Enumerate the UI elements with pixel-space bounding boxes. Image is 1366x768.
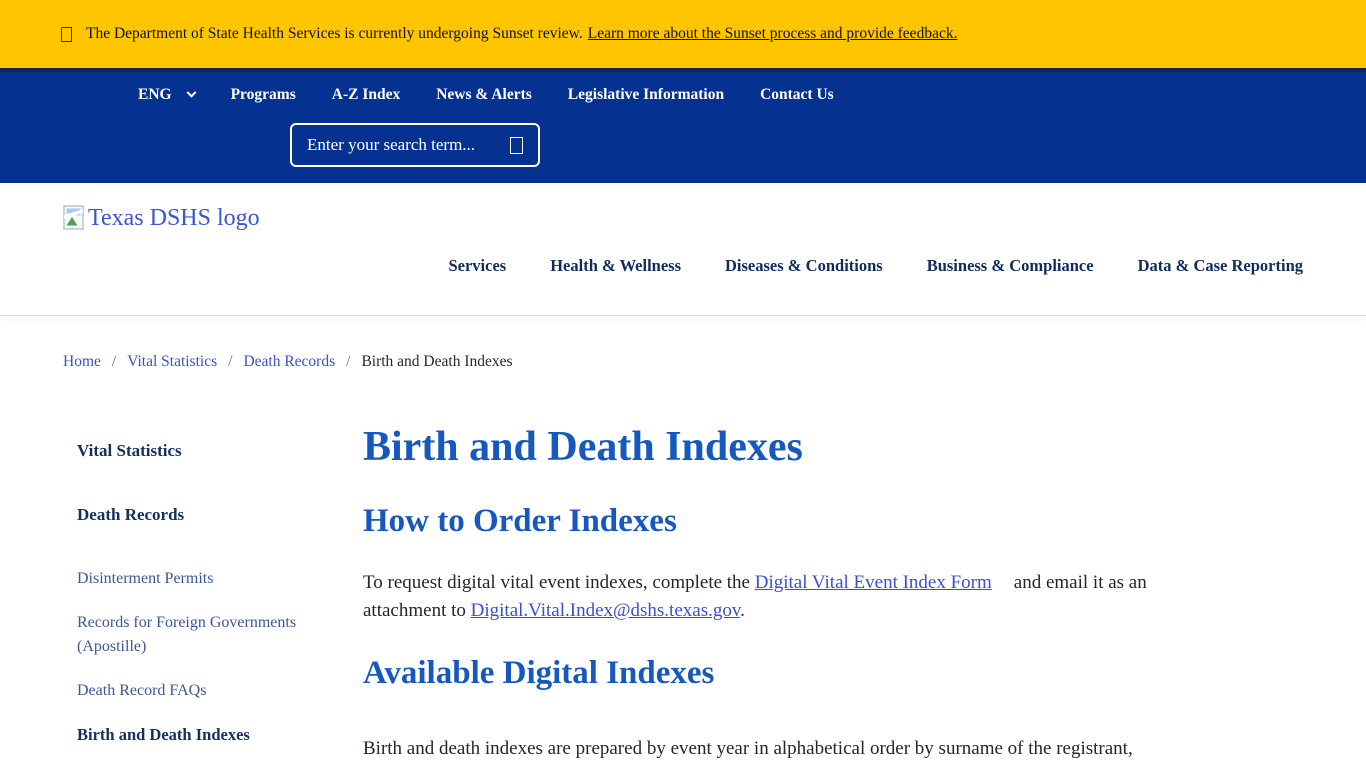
utilnav-item-contact-us[interactable]: Contact Us	[760, 86, 834, 104]
nav-item-diseases-conditions[interactable]: Diseases & Conditions	[725, 256, 883, 276]
alert-text: The Department of State Health Services …	[86, 25, 583, 43]
breadcrumb-vital-statistics[interactable]: Vital Statistics	[127, 353, 217, 371]
left-sidebar: Vital Statistics Death Records Disinterm…	[0, 421, 363, 767]
site-logo-link[interactable]: Texas DSHS logo	[63, 205, 260, 232]
chevron-down-icon	[186, 87, 196, 97]
utility-navbar: ENG Programs A-Z Index News & Alerts Leg…	[0, 68, 1366, 183]
section-heading-how-to-order: How to Order Indexes	[363, 501, 1166, 541]
breadcrumb-separator: /	[228, 353, 232, 371]
content-area: Vital Statistics Death Records Disinterm…	[0, 421, 1366, 767]
how-to-order-paragraph: To request digital vital event indexes, …	[363, 569, 1166, 625]
utilnav-item-legislative-information[interactable]: Legislative Information	[568, 86, 724, 104]
language-dropdown[interactable]: ENG	[138, 86, 195, 104]
nav-item-business-compliance[interactable]: Business & Compliance	[927, 256, 1094, 276]
breadcrumb: Home / Vital Statistics / Death Records …	[0, 316, 1366, 371]
digital-vital-index-email-link[interactable]: Digital.Vital.Index@dshs.texas.gov	[471, 600, 740, 621]
broken-image-icon	[63, 205, 86, 231]
logo-alt-text: Texas DSHS logo	[88, 205, 260, 232]
breadcrumb-home[interactable]: Home	[63, 353, 101, 371]
sidebar-item-vital-statistics[interactable]: Vital Statistics	[77, 439, 317, 463]
utilnav-item-programs[interactable]: Programs	[231, 86, 296, 104]
nav-item-data-case-reporting[interactable]: Data & Case Reporting	[1138, 256, 1303, 276]
sidebar-item-death-record-faqs[interactable]: Death Record FAQs	[77, 679, 317, 703]
nav-item-services[interactable]: Services	[448, 256, 506, 276]
sidebar-item-disinterment-permits[interactable]: Disinterment Permits	[77, 567, 317, 591]
search-icon[interactable]	[510, 137, 523, 154]
sunset-feedback-link[interactable]: Learn more about the Sunset process and …	[588, 25, 958, 43]
alert-icon	[61, 27, 72, 42]
search-input[interactable]: Enter your search term...	[290, 123, 540, 167]
utilnav-item-az-index[interactable]: A-Z Index	[332, 86, 400, 104]
alert-banner: The Department of State Health Services …	[0, 0, 1366, 68]
digital-vital-event-index-form-link[interactable]: Digital Vital Event Index Form	[755, 572, 992, 593]
sidebar-item-records-foreign-governments[interactable]: Records for Foreign Governments (Apostil…	[77, 611, 317, 659]
search-placeholder: Enter your search term...	[307, 135, 475, 155]
section-heading-available-digital-indexes: Available Digital Indexes	[363, 653, 1166, 693]
page-title: Birth and Death Indexes	[363, 421, 1166, 473]
main-content: Birth and Death Indexes How to Order Ind…	[363, 421, 1226, 767]
sidebar-item-death-records[interactable]: Death Records	[77, 503, 317, 527]
breadcrumb-separator: /	[346, 353, 350, 371]
breadcrumb-death-records[interactable]: Death Records	[243, 353, 335, 371]
breadcrumb-separator: /	[112, 353, 116, 371]
sidebar-item-birth-death-indexes[interactable]: Birth and Death Indexes	[77, 723, 317, 747]
paragraph-text: .	[740, 600, 745, 621]
utilnav-item-news-alerts[interactable]: News & Alerts	[436, 86, 532, 104]
nav-item-health-wellness[interactable]: Health & Wellness	[550, 256, 681, 276]
breadcrumb-current-page: Birth and Death Indexes	[361, 353, 512, 371]
site-header: Texas DSHS logo Services Health & Wellne…	[0, 183, 1366, 315]
primary-nav: Services Health & Wellness Diseases & Co…	[448, 256, 1303, 276]
available-indexes-paragraph: Birth and death indexes are prepared by …	[363, 735, 1166, 763]
paragraph-text: To request digital vital event indexes, …	[363, 572, 755, 593]
language-label: ENG	[138, 86, 172, 104]
